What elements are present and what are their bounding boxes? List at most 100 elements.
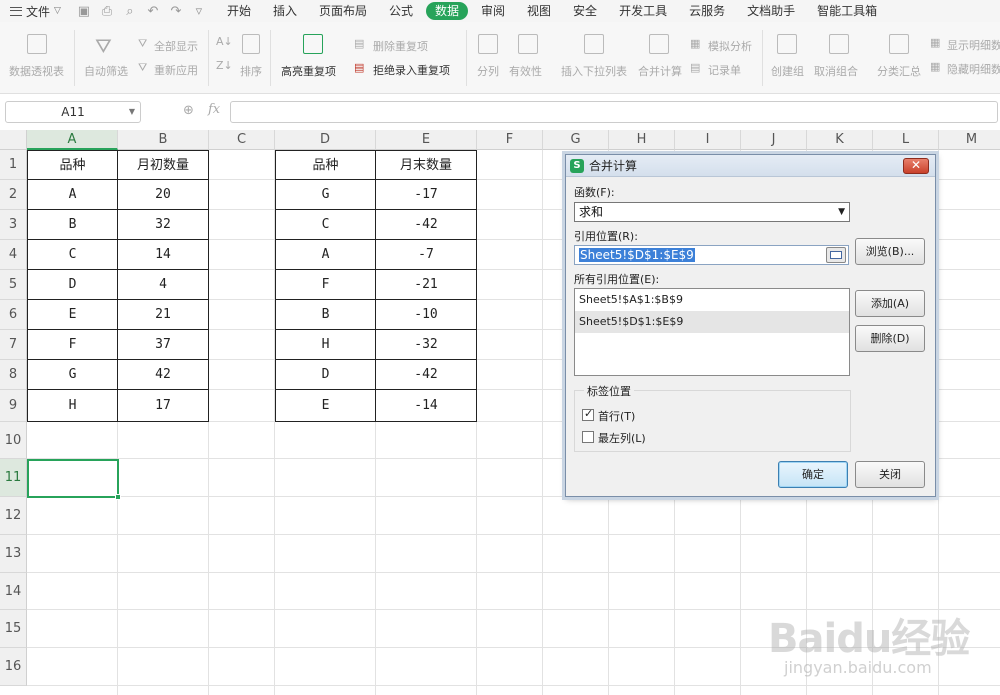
row-header-2[interactable]: 2	[0, 180, 27, 210]
column-header-l[interactable]: L	[873, 130, 939, 150]
table-cell[interactable]: 14	[118, 240, 209, 270]
close-icon[interactable]: ✕	[903, 158, 929, 174]
table-cell[interactable]: -42	[376, 210, 477, 240]
save-icon[interactable]: ▣	[77, 4, 91, 19]
zoom-icon[interactable]: ⊕	[183, 103, 194, 118]
row-header-4[interactable]: 4	[0, 240, 27, 270]
sort-asc-icon[interactable]: A↓	[216, 35, 233, 48]
row-header-13[interactable]: 13	[0, 535, 27, 573]
table-cell[interactable]: B	[275, 300, 376, 330]
row-header-12[interactable]: 12	[0, 497, 27, 535]
tab-6[interactable]: 视图	[516, 0, 562, 22]
table-cell[interactable]: C	[27, 240, 118, 270]
tab-2[interactable]: 页面布局	[308, 0, 378, 22]
row-header-11[interactable]: 11	[0, 459, 27, 497]
row-header-8[interactable]: 8	[0, 360, 27, 390]
auto-filter-button[interactable]: 自动筛选	[84, 63, 128, 79]
table-cell[interactable]: B	[27, 210, 118, 240]
table-cell[interactable]: -21	[376, 270, 477, 300]
sort-icon[interactable]	[242, 34, 260, 54]
tab-9[interactable]: 云服务	[678, 0, 736, 22]
tab-8[interactable]: 开发工具	[608, 0, 678, 22]
all-references-list[interactable]: Sheet5!$A$1:$B$9 Sheet5!$D$1:$E$9	[574, 288, 850, 376]
table-cell[interactable]: -42	[376, 360, 477, 390]
table-cell[interactable]: -7	[376, 240, 477, 270]
dialog-title-bar[interactable]: S 合并计算	[566, 155, 935, 177]
record-sheet-button[interactable]: 记录单	[708, 62, 741, 78]
pivot-table-icon[interactable]	[27, 34, 47, 54]
create-group-button[interactable]: 创建组	[771, 63, 804, 79]
table-cell[interactable]: H	[27, 390, 118, 422]
table-cell[interactable]: -17	[376, 180, 477, 210]
chevron-down-icon[interactable]: ▼	[129, 102, 135, 122]
row-header-15[interactable]: 15	[0, 610, 27, 648]
table-cell[interactable]: C	[275, 210, 376, 240]
reapply-button[interactable]: 重新应用	[154, 62, 198, 78]
table-cell[interactable]: A	[275, 240, 376, 270]
function-select[interactable]: 求和 ▼	[574, 202, 850, 222]
row-header-14[interactable]: 14	[0, 573, 27, 610]
browse-button[interactable]: 浏览(B)...	[855, 238, 925, 265]
table-header-cell[interactable]: 品种	[27, 150, 118, 180]
column-header-g[interactable]: G	[543, 130, 609, 150]
subtotal-icon[interactable]	[889, 34, 909, 54]
highlight-duplicates-icon[interactable]	[303, 34, 323, 54]
column-header-k[interactable]: K	[807, 130, 873, 150]
delete-duplicates-button[interactable]: 删除重复项	[373, 38, 428, 54]
collapse-dialog-button[interactable]	[826, 247, 846, 263]
table-cell[interactable]: E	[275, 390, 376, 422]
table-cell[interactable]: A	[27, 180, 118, 210]
table-cell[interactable]: G	[27, 360, 118, 390]
create-group-icon[interactable]	[777, 34, 797, 54]
sort-button[interactable]: 排序	[240, 63, 262, 79]
filter-icon[interactable]: ⛛	[95, 34, 112, 58]
column-header-f[interactable]: F	[477, 130, 543, 150]
row-header-3[interactable]: 3	[0, 210, 27, 240]
table-cell[interactable]: 17	[118, 390, 209, 422]
validity-button[interactable]: 有效性	[509, 63, 542, 79]
tab-11[interactable]: 智能工具箱	[806, 0, 888, 22]
consolidate-icon[interactable]	[649, 34, 669, 54]
column-header-h[interactable]: H	[609, 130, 675, 150]
hide-detail-button[interactable]: 隐藏明细数据	[947, 61, 1000, 77]
show-all-button[interactable]: 全部显示	[154, 38, 198, 54]
consolidate-button[interactable]: 合并计算	[638, 63, 682, 79]
column-header-c[interactable]: C	[209, 130, 275, 150]
ungroup-icon[interactable]	[829, 34, 849, 54]
table-cell[interactable]: F	[275, 270, 376, 300]
column-header-i[interactable]: I	[675, 130, 741, 150]
tab-3[interactable]: 公式	[378, 0, 424, 22]
top-row-checkbox[interactable]	[582, 407, 594, 421]
column-header-d[interactable]: D	[275, 130, 376, 150]
show-detail-button[interactable]: 显示明细数据	[947, 37, 1000, 53]
insert-dropdown-icon[interactable]	[584, 34, 604, 54]
split-column-icon[interactable]	[478, 34, 498, 54]
table-cell[interactable]: -32	[376, 330, 477, 360]
formula-input[interactable]	[230, 101, 998, 123]
function-icon[interactable]: fx	[208, 102, 220, 117]
table-header-cell[interactable]: 月初数量	[118, 150, 209, 180]
pivot-table-button[interactable]: 数据透视表	[9, 63, 64, 79]
active-cell[interactable]	[27, 459, 121, 500]
table-cell[interactable]: 37	[118, 330, 209, 360]
print-icon[interactable]: ⎙	[100, 4, 114, 19]
table-cell[interactable]: -10	[376, 300, 477, 330]
split-column-button[interactable]: 分列	[477, 63, 499, 79]
add-button[interactable]: 添加(A)	[855, 290, 925, 317]
column-header-m[interactable]: M	[939, 130, 1000, 150]
tab-7[interactable]: 安全	[562, 0, 608, 22]
table-cell[interactable]: D	[27, 270, 118, 300]
select-all-corner[interactable]	[0, 130, 27, 150]
tab-10[interactable]: 文档助手	[736, 0, 806, 22]
left-column-checkbox[interactable]	[582, 431, 594, 443]
table-cell[interactable]: H	[275, 330, 376, 360]
table-cell[interactable]: -14	[376, 390, 477, 422]
file-menu[interactable]: 文件 ▽	[0, 0, 67, 22]
table-cell[interactable]: 42	[118, 360, 209, 390]
tab-5[interactable]: 审阅	[470, 0, 516, 22]
list-item[interactable]: Sheet5!$D$1:$E$9	[575, 311, 849, 333]
ungroup-button[interactable]: 取消组合	[814, 63, 858, 79]
reject-duplicates-button[interactable]: 拒绝录入重复项	[373, 62, 450, 78]
ok-button[interactable]: 确定	[778, 461, 848, 488]
table-cell[interactable]: D	[275, 360, 376, 390]
